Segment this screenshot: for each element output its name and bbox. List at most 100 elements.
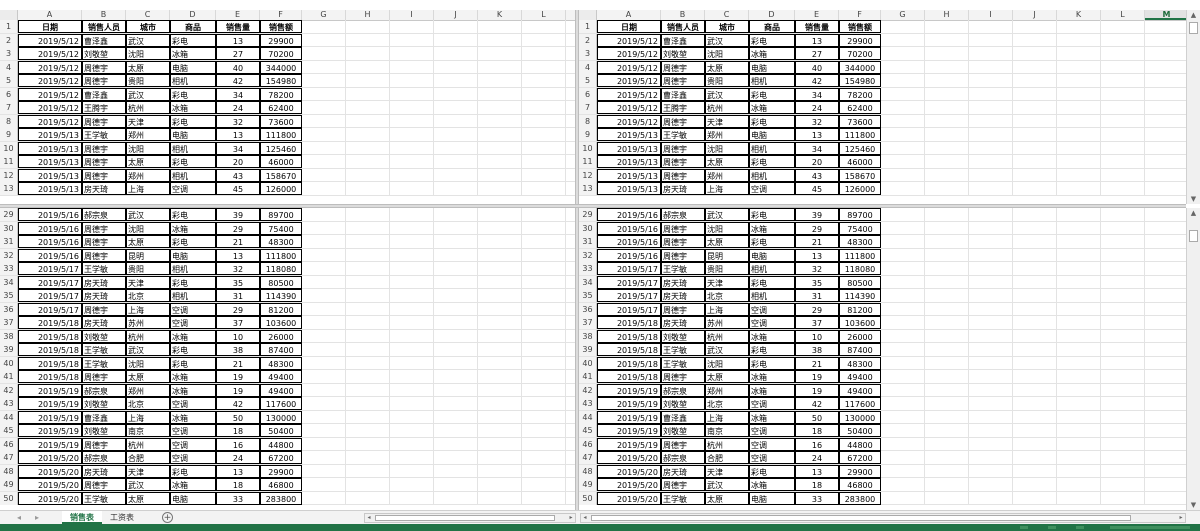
scroll-down-icon[interactable]: ▼ (1188, 500, 1199, 510)
table-cell[interactable] (346, 128, 390, 141)
table-cell[interactable] (522, 316, 566, 329)
column-header-i[interactable]: I (390, 10, 434, 20)
table-cell[interactable] (1057, 437, 1101, 451)
table-cell[interactable]: 空调 (170, 451, 216, 464)
table-cell[interactable] (434, 182, 478, 195)
table-cell[interactable]: 114390 (260, 289, 302, 302)
table-cell[interactable] (302, 329, 346, 343)
row-number[interactable]: 11 (579, 155, 597, 168)
table-cell[interactable]: 2019/5/12 (18, 60, 82, 74)
table-cell[interactable]: 沈阳 (126, 47, 170, 60)
table-cell[interactable]: 158670 (839, 168, 881, 182)
table-cell[interactable] (390, 128, 434, 141)
table-cell[interactable]: 62400 (839, 101, 881, 114)
table-cell[interactable]: 2019/5/13 (597, 182, 661, 195)
table-cell[interactable] (346, 235, 390, 248)
column-header-b[interactable]: B (661, 10, 705, 20)
table-cell[interactable] (434, 208, 478, 221)
table-cell[interactable]: 天津 (705, 275, 749, 289)
header-cell[interactable]: 城市 (705, 20, 749, 33)
header-cell[interactable]: 城市 (126, 20, 170, 33)
table-cell[interactable] (1013, 182, 1057, 195)
table-cell[interactable]: 贵阳 (705, 262, 749, 275)
header-cell[interactable]: 日期 (597, 20, 661, 33)
table-cell[interactable] (390, 437, 434, 451)
table-cell[interactable] (1057, 208, 1101, 221)
table-cell[interactable] (1013, 316, 1057, 329)
add-sheet-icon[interactable]: + (162, 512, 173, 523)
table-cell[interactable] (1013, 114, 1057, 128)
row-number[interactable]: 41 (0, 370, 18, 383)
table-cell[interactable]: 2019/5/16 (18, 235, 82, 248)
row-number[interactable]: 47 (0, 451, 18, 464)
table-cell[interactable] (1057, 60, 1101, 74)
table-cell[interactable]: 2019/5/12 (597, 33, 661, 47)
table-cell[interactable] (478, 437, 522, 451)
table-cell[interactable]: 合肥 (126, 451, 170, 464)
table-cell[interactable]: 2019/5/18 (18, 356, 82, 370)
scroll-down-icon[interactable]: ▼ (1188, 194, 1199, 204)
table-cell[interactable]: 武汉 (705, 208, 749, 221)
table-cell[interactable] (434, 451, 478, 464)
table-cell[interactable]: 房天琦 (661, 316, 705, 329)
table-cell[interactable] (434, 74, 478, 87)
table-cell[interactable] (969, 491, 1013, 505)
pane-top-left[interactable]: A B C D E F G H I J K L 1 日期 销售人员 城市 商品 销售量 销售额 2 2019/5/12 曹… (0, 10, 575, 204)
table-cell[interactable] (434, 235, 478, 248)
table-cell[interactable]: 杭州 (126, 101, 170, 114)
table-cell[interactable]: 周德宇 (82, 235, 126, 248)
row-number[interactable]: 34 (579, 275, 597, 289)
row-number[interactable]: 7 (579, 101, 597, 114)
table-cell[interactable]: 郑州 (705, 168, 749, 182)
table-cell[interactable] (434, 248, 478, 262)
table-cell[interactable]: 周德宇 (82, 302, 126, 316)
table-cell[interactable] (478, 464, 522, 478)
table-cell[interactable]: 125460 (260, 141, 302, 155)
table-cell[interactable] (434, 275, 478, 289)
table-cell[interactable]: 344000 (260, 60, 302, 74)
scroll-thumb[interactable] (1189, 22, 1198, 34)
table-cell[interactable]: 2019/5/12 (597, 60, 661, 74)
table-cell[interactable]: 18 (795, 478, 839, 491)
table-cell[interactable]: 49400 (260, 370, 302, 383)
table-cell[interactable] (1101, 33, 1145, 47)
table-cell[interactable] (925, 141, 969, 155)
table-cell[interactable]: 彩电 (749, 235, 795, 248)
table-cell[interactable] (1145, 411, 1186, 424)
table-cell[interactable] (1101, 329, 1145, 343)
table-cell[interactable] (522, 437, 566, 451)
table-cell[interactable] (434, 410, 478, 424)
table-cell[interactable] (1145, 61, 1186, 74)
table-cell[interactable]: 13 (795, 248, 839, 262)
table-cell[interactable] (925, 478, 969, 491)
header-cell[interactable]: 销售量 (216, 20, 260, 33)
table-cell[interactable] (390, 316, 434, 329)
table-cell[interactable]: 周德宇 (82, 114, 126, 128)
table-cell[interactable] (881, 316, 925, 329)
table-cell[interactable] (478, 370, 522, 383)
table-cell[interactable] (1101, 141, 1145, 155)
table-cell[interactable] (302, 302, 346, 316)
column-header-a[interactable]: A (18, 10, 82, 20)
table-cell[interactable]: 44800 (839, 437, 881, 451)
table-cell[interactable] (881, 356, 925, 370)
row-number[interactable]: 45 (0, 424, 18, 437)
table-cell[interactable]: 130000 (260, 410, 302, 424)
column-header-e[interactable]: E (795, 10, 839, 20)
table-cell[interactable] (1145, 101, 1186, 114)
table-cell[interactable]: 42 (795, 74, 839, 87)
table-cell[interactable] (434, 128, 478, 141)
row-number[interactable]: 49 (579, 478, 597, 491)
table-cell[interactable]: 彩电 (170, 155, 216, 168)
table-cell[interactable]: 冰箱 (749, 383, 795, 397)
table-cell[interactable]: 2019/5/20 (597, 478, 661, 491)
column-header-j[interactable]: J (434, 10, 478, 20)
table-cell[interactable]: 32 (795, 262, 839, 275)
table-cell[interactable] (390, 464, 434, 478)
table-cell[interactable]: 郑州 (705, 383, 749, 397)
table-cell[interactable] (881, 114, 925, 128)
table-cell[interactable]: 126000 (839, 182, 881, 195)
table-cell[interactable] (1057, 182, 1101, 195)
table-cell[interactable] (1101, 262, 1145, 275)
table-cell[interactable] (478, 248, 522, 262)
